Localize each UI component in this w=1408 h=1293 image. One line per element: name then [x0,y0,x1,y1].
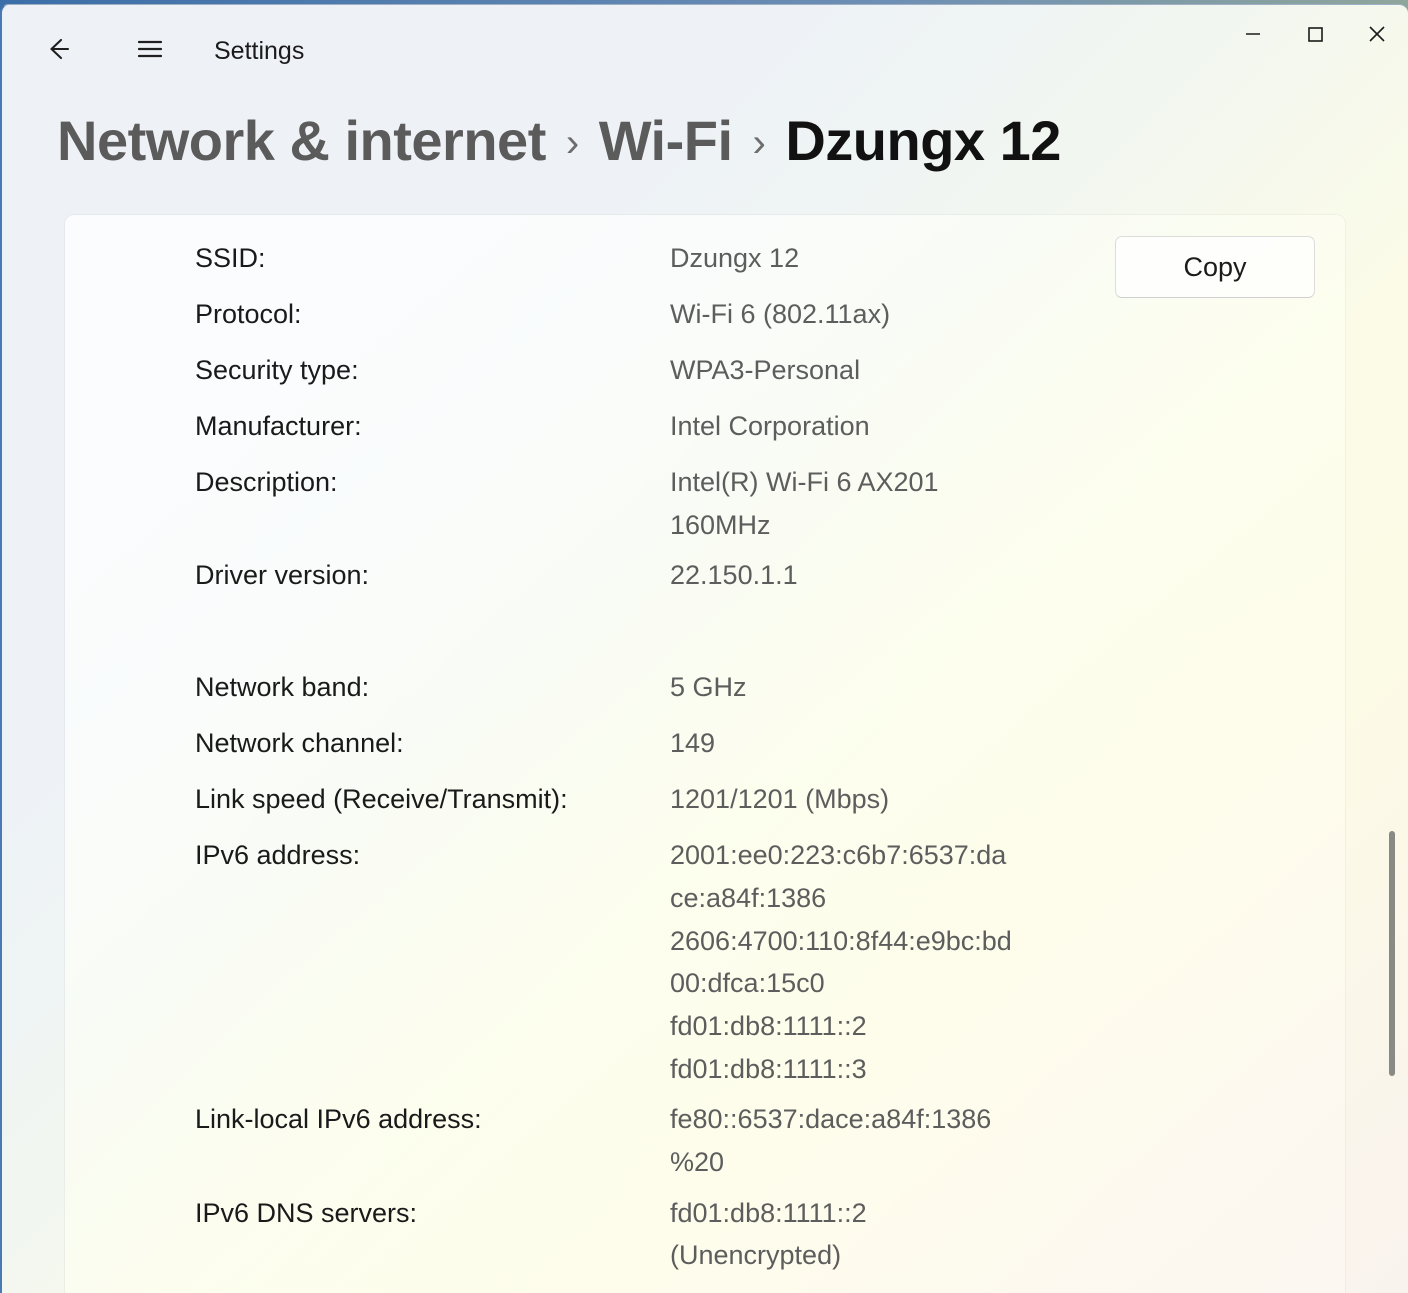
property-value: 22.150.1.1 [670,560,798,591]
property-row-ipv6-address: IPv6 address: 2001:ee0:223:c6b7:6537:dac… [195,832,1345,1090]
close-button[interactable] [1346,5,1408,67]
title-bar-left-group: Settings [2,5,304,97]
scrollbar-thumb[interactable] [1389,831,1395,1076]
property-row-security-type: Security type: WPA3-Personal [195,347,1345,403]
breadcrumb-item-current: Dzungx 12 [785,109,1061,172]
window-caption-buttons [1222,5,1408,67]
property-row-ipv6-dns-servers: IPv6 DNS servers: fd01:db8:1111::2 (Unen… [195,1190,1345,1277]
property-label: Link speed (Receive/Transmit): [195,784,568,815]
property-label: Security type: [195,355,359,385]
property-value: Dzungx 12 [670,243,800,273]
breadcrumb-separator-icon: › [565,121,579,165]
property-row-link-speed: Link speed (Receive/Transmit): 1201/1201… [195,776,1345,832]
property-value: 5 GHz [670,672,747,703]
property-label: Driver version: [195,560,370,591]
property-label: Description: [195,467,338,497]
close-icon [1362,19,1392,54]
property-label: Link-local IPv6 address: [195,1104,482,1135]
property-label: Network band: [195,672,370,703]
property-label: SSID: [195,243,266,273]
property-row-manufacturer: Manufacturer: Intel Corporation [195,403,1345,459]
arrow-left-icon [41,32,75,71]
property-label: Manufacturer: [195,411,362,441]
title-bar: Settings [2,5,1408,97]
property-value: 2001:ee0:223:c6b7:6537:dace:a84f:1386 26… [670,840,1012,1084]
minimize-icon [1238,19,1268,54]
property-value: 149 [670,728,716,759]
breadcrumb-item-wifi[interactable]: Wi-Fi [599,108,733,173]
property-value: WPA3-Personal [670,355,861,385]
maximize-icon [1300,19,1330,54]
property-label: IPv6 DNS servers: [195,1197,418,1228]
property-row-description: Description: Intel(R) Wi-Fi 6 AX201 160M… [195,459,1345,546]
breadcrumb-separator-icon: › [752,121,766,165]
property-value: fe80::6537:dace:a84f:1386%20 [670,1104,992,1177]
property-row-driver-version: Driver version: 22.150.1.1 [195,552,1345,608]
property-label: IPv6 address: [195,840,361,871]
property-row-protocol: Protocol: Wi-Fi 6 (802.11ax) [195,291,1345,347]
navigation-menu-button[interactable] [122,23,178,79]
network-properties-card: Copy SSID: Dzungx 12 Protocol: Wi-Fi 6 (… [65,215,1345,1293]
maximize-button[interactable] [1284,5,1346,67]
property-label: Network channel: [195,728,404,759]
property-row-ssid: SSID: Dzungx 12 [195,235,1345,291]
property-label: Protocol: [195,299,302,329]
minimize-button[interactable] [1222,5,1284,67]
property-row-network-channel: Network channel: 149 [195,720,1345,776]
property-value: Intel(R) Wi-Fi 6 AX201 160MHz [670,467,939,540]
property-list: SSID: Dzungx 12 Protocol: Wi-Fi 6 (802.1… [195,235,1345,1277]
property-value: Intel Corporation [670,411,870,441]
property-value: fd01:db8:1111::2 (Unencrypted) [670,1197,867,1271]
app-title: Settings [214,36,305,65]
vertical-scrollbar[interactable] [1384,619,1400,1279]
breadcrumb: Network & internet › Wi-Fi › Dzungx 12 [57,108,1061,173]
property-row-network-band: Network band: 5 GHz [195,664,1345,720]
property-value: Wi-Fi 6 (802.11ax) [670,299,891,329]
breadcrumb-item-network-internet[interactable]: Network & internet [57,108,546,173]
property-row-link-local-ipv6-address: Link-local IPv6 address: fe80::6537:dace… [195,1096,1345,1183]
hamburger-menu-icon [133,32,167,71]
settings-window: Settings Network & internet › Wi-Fi › Dz… [0,4,1408,1293]
property-value: 1201/1201 (Mbps) [670,784,890,815]
back-button[interactable] [30,23,86,79]
